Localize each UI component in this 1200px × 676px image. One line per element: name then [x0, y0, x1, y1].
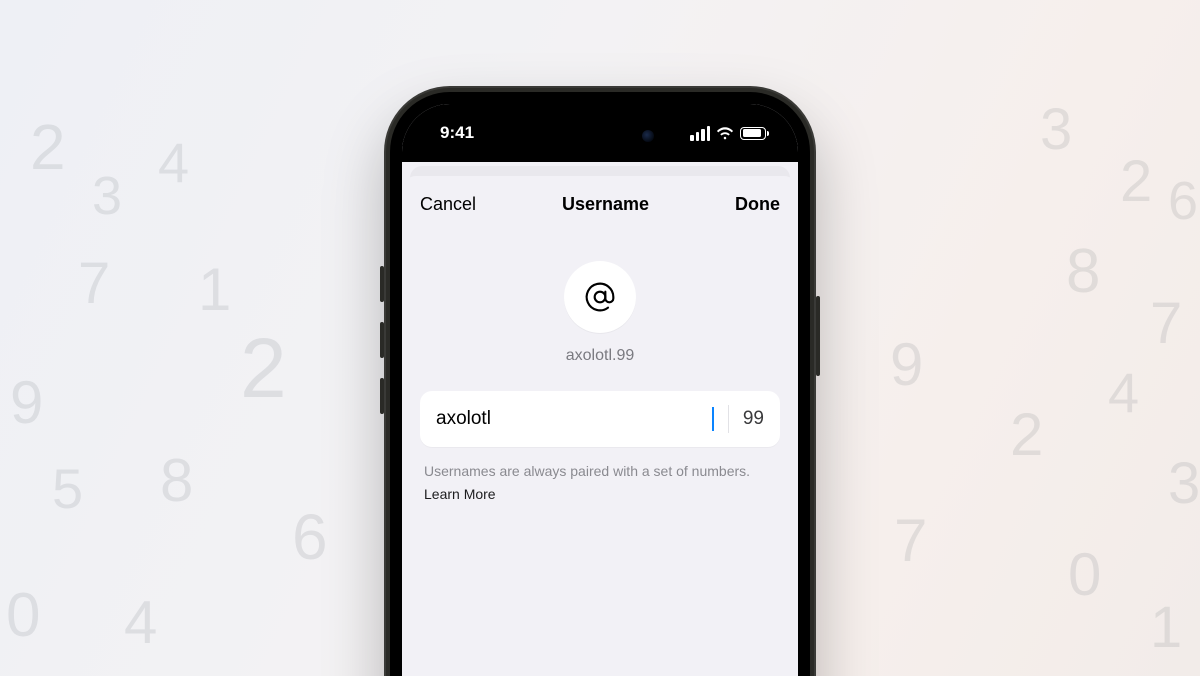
bg-digit: 1: [198, 255, 231, 324]
phone-frame: 9:41 Cancel Username Done axolo: [384, 86, 816, 676]
username-input[interactable]: [436, 408, 714, 430]
bg-digit: 2: [1120, 148, 1152, 215]
sheet-title: Username: [562, 194, 649, 215]
username-sheet: Cancel Username Done axolotl.99 99 Usern…: [402, 176, 798, 676]
status-time: 9:41: [440, 123, 474, 143]
bg-digit: 9: [10, 368, 43, 437]
hint-text: Usernames are always paired with a set o…: [420, 461, 780, 505]
battery-icon: [740, 127, 766, 140]
phone-screen: 9:41 Cancel Username Done axolo: [402, 104, 798, 676]
hint-body: Usernames are always paired with a set o…: [424, 463, 750, 479]
sheet-header: Cancel Username Done: [420, 194, 780, 215]
bg-digit: 7: [1150, 290, 1182, 357]
bg-digit: 0: [1068, 540, 1101, 609]
bg-digit: 2: [30, 110, 66, 184]
bg-digit: 7: [78, 250, 110, 317]
bg-digit: 4: [124, 588, 157, 657]
bg-digit: 3: [1040, 96, 1072, 163]
at-sign-icon: [584, 281, 616, 313]
bg-digit: 8: [1066, 236, 1100, 307]
bg-digit: 6: [1168, 170, 1198, 232]
bg-digit: 2: [240, 320, 287, 417]
dynamic-island: [536, 118, 664, 154]
phone-bezel: 9:41 Cancel Username Done axolo: [390, 92, 810, 676]
bg-digit: 3: [1168, 450, 1200, 517]
bg-digit: 3: [92, 165, 122, 227]
text-caret: [712, 407, 714, 431]
at-sign-avatar: [564, 261, 636, 333]
bg-digit: 2: [1010, 400, 1043, 469]
bg-digit: 4: [158, 130, 189, 195]
bg-digit: 8: [160, 446, 193, 515]
bg-digit: 7: [894, 506, 927, 575]
bg-digit: 5: [52, 456, 83, 521]
done-button[interactable]: Done: [735, 194, 780, 215]
input-divider: [728, 405, 729, 433]
bg-digit: 0: [6, 580, 40, 651]
cancel-button[interactable]: Cancel: [420, 194, 476, 215]
bg-digit: 9: [890, 330, 923, 399]
username-suffix: 99: [743, 408, 764, 430]
bg-digit: 6: [292, 500, 328, 574]
bg-digit: 4: [1108, 360, 1139, 425]
username-input-row[interactable]: 99: [420, 391, 780, 447]
wifi-icon: [716, 126, 734, 140]
bg-digit: 1: [1150, 594, 1182, 661]
username-preview: axolotl.99: [420, 347, 780, 365]
cellular-icon: [690, 126, 710, 141]
status-indicators: [690, 126, 766, 141]
learn-more-link[interactable]: Learn More: [424, 484, 776, 505]
